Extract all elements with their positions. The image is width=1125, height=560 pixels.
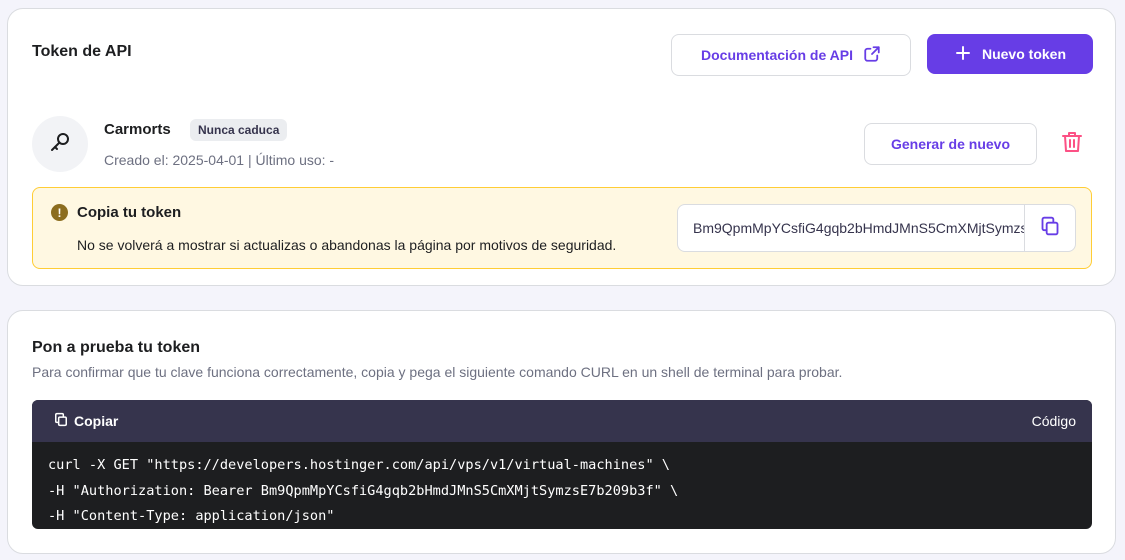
code-block: Copiar Código curl -X GET "https://devel… (32, 400, 1092, 529)
test-token-card: Pon a prueba tu token Para confirmar que… (7, 310, 1116, 554)
token-value-input[interactable] (678, 220, 1024, 236)
expiry-badge: Nunca caduca (190, 119, 288, 141)
key-avatar (32, 116, 88, 172)
warning-icon: ! (51, 204, 68, 221)
plus-icon (954, 44, 972, 65)
copy-token-notice: ! Copia tu token No se volverá a mostrar… (32, 187, 1092, 269)
token-name: Carmorts (104, 121, 171, 138)
api-docs-button-label: Documentación de API (701, 47, 853, 63)
code-language-label: Código (1031, 413, 1076, 429)
copy-code-label: Copiar (74, 413, 119, 429)
card-title: Token de API (32, 43, 132, 60)
external-link-icon (863, 45, 881, 66)
notice-title: Copia tu token (77, 204, 182, 221)
new-token-button-label: Nuevo token (981, 46, 1066, 62)
copy-token-button[interactable] (1025, 205, 1075, 251)
regenerate-button[interactable]: Generar de nuevo (864, 123, 1037, 165)
regenerate-button-label: Generar de nuevo (890, 136, 1011, 152)
trash-icon (1062, 131, 1082, 158)
copy-code-button[interactable]: Copiar (54, 412, 118, 430)
code-header: Copiar Código (32, 400, 1092, 442)
card-title: Pon a prueba tu token (32, 339, 201, 356)
copy-icon (1040, 216, 1060, 241)
curl-command: curl -X GET "https://developers.hostinge… (48, 457, 679, 524)
key-icon (48, 130, 72, 159)
delete-token-button[interactable] (1058, 130, 1086, 158)
new-token-button[interactable]: Nuevo token (927, 34, 1093, 74)
api-docs-button[interactable]: Documentación de API (671, 34, 911, 76)
card-subtitle: Para confirmar que tu clave funciona cor… (32, 364, 843, 380)
token-field (677, 204, 1076, 252)
api-token-card: Token de API Documentación de API Nuevo … (7, 8, 1116, 286)
notice-text: No se volverá a mostrar si actualizas o … (77, 237, 617, 253)
token-meta: Creado el: 2025-04-01 | Último uso: - (104, 152, 335, 168)
copy-icon (54, 412, 68, 430)
